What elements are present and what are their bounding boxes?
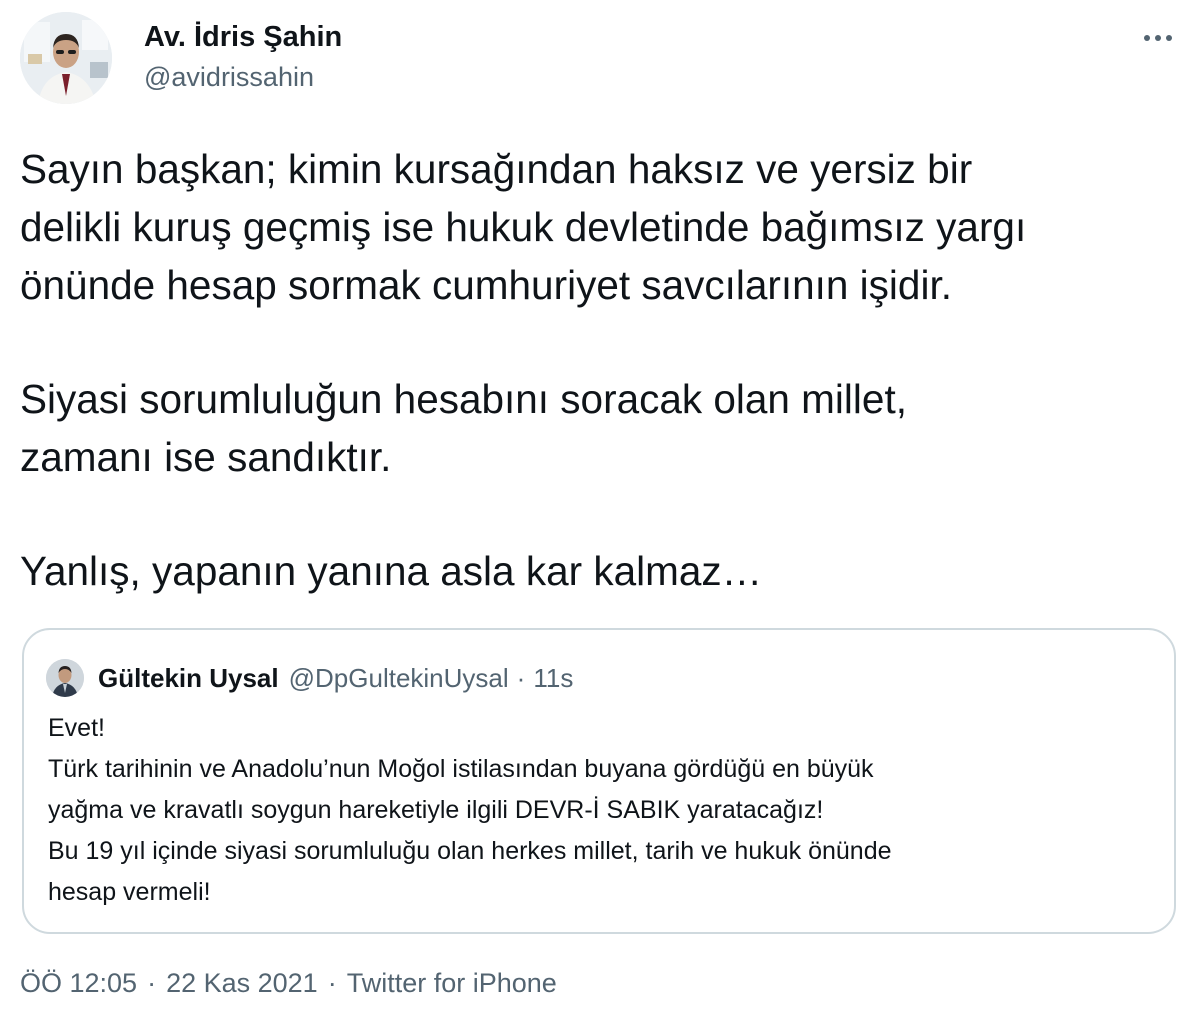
more-button[interactable] <box>1138 18 1178 58</box>
quoted-tweet[interactable]: Gültekin Uysal @DpGultekinUysal · 11s Ev… <box>22 628 1176 934</box>
author-avatar[interactable] <box>20 12 112 104</box>
quoted-tweet-header: Gültekin Uysal @DpGultekinUysal · 11s <box>46 658 573 698</box>
quoted-separator: · <box>516 662 526 693</box>
tweet-source[interactable]: Twitter for iPhone <box>347 968 557 999</box>
tweet-line: Yanlış, yapanın yanına asla kar kalmaz… <box>20 548 763 594</box>
tweet-line: delikli kuruş geçmiş ise hukuk devletind… <box>20 204 1027 250</box>
tweet-line: Siyasi sorumluluğun hesabını soracak ola… <box>20 376 907 422</box>
quoted-line: Bu 19 yıl içinde siyasi sorumluluğu olan… <box>48 837 892 865</box>
quoted-line: Evet! <box>48 714 105 742</box>
tweet: Av. İdris Şahin @avidrissahin Sayın başk… <box>0 0 1200 1022</box>
tweet-time[interactable]: ÖÖ 12:05 <box>20 968 137 999</box>
quoted-author-avatar <box>46 659 84 697</box>
tweet-date[interactable]: 22 Kas 2021 <box>166 968 318 999</box>
quoted-line: yağma ve kravatlı soygun hareketiyle ilg… <box>48 796 824 824</box>
author-names: Av. İdris Şahin @avidrissahin <box>144 20 342 94</box>
tweet-header: Av. İdris Şahin @avidrissahin <box>20 12 1180 112</box>
tweet-line: önünde hesap sormak cumhuriyet savcıları… <box>20 262 952 308</box>
quoted-line: hesap vermeli! <box>48 878 211 906</box>
meta-separator: · <box>327 968 337 998</box>
tweet-text: Sayın başkan; kimin kursağından haksız v… <box>20 140 1185 600</box>
tweet-line: zamanı ise sandıktır. <box>20 434 392 480</box>
quoted-author-name: Gültekin Uysal <box>98 662 279 693</box>
tweet-meta: ÖÖ 12:05 · 22 Kas 2021 · Twitter for iPh… <box>20 968 557 999</box>
author-display-name[interactable]: Av. İdris Şahin <box>144 20 342 54</box>
quoted-line: Türk tarihinin ve Anadolu’nun Moğol isti… <box>48 755 874 783</box>
quoted-author-handle: @DpGultekinUysal <box>288 662 509 693</box>
tweet-line: Sayın başkan; kimin kursağından haksız v… <box>20 146 973 192</box>
ellipsis-icon <box>1143 29 1173 47</box>
quoted-timestamp: 11s <box>533 662 574 693</box>
quoted-tweet-text: Evet! Türk tarihinin ve Anadolu’nun Moğo… <box>48 708 1148 913</box>
meta-separator: · <box>147 968 157 998</box>
author-handle[interactable]: @avidrissahin <box>144 60 342 94</box>
